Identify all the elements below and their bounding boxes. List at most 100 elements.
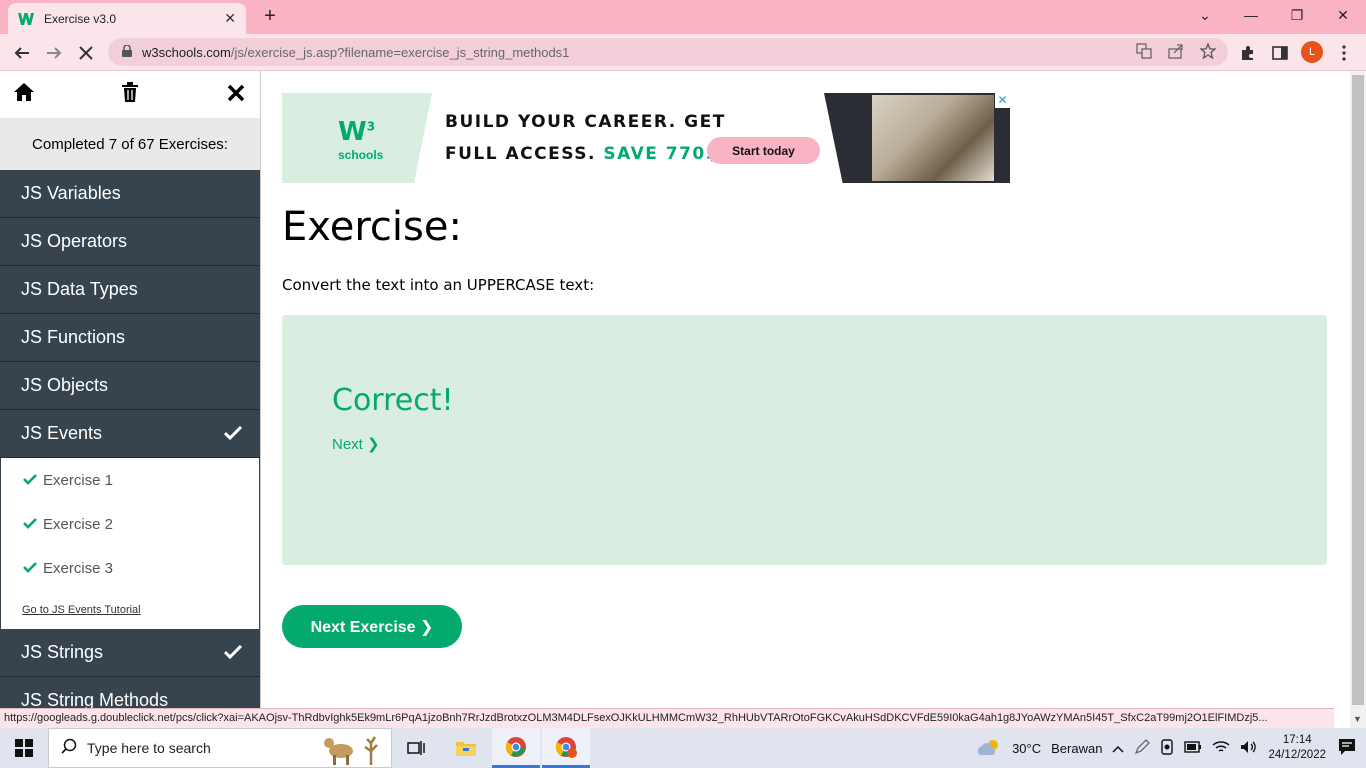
side-panel-icon[interactable]	[1266, 39, 1294, 67]
home-icon[interactable]	[12, 82, 36, 108]
minimize-button[interactable]: —	[1228, 0, 1274, 30]
sidebar-item-label: JS Functions	[21, 327, 126, 347]
sidebar-item-label: JS Objects	[21, 375, 109, 395]
sidebar-item-js-variables[interactable]: JS Variables	[0, 170, 260, 218]
bookmark-star-icon[interactable]	[1199, 41, 1217, 62]
chrome-icon[interactable]	[492, 728, 540, 768]
checkmark-icon	[23, 560, 37, 576]
ad-headline-2: FULL ACCESS. SAVE 770$	[445, 144, 720, 164]
sidebar-item-js-string-methods[interactable]: JS String Methods	[0, 677, 260, 708]
taskbar-clock[interactable]: 17:14 24/12/2022	[1268, 733, 1326, 763]
main-content: W3 schools BUILD YOUR CAREER. GET FULL A…	[262, 71, 1350, 708]
weather-text[interactable]: Berawan	[1051, 741, 1102, 756]
checkmark-icon	[223, 424, 243, 445]
search-icon	[61, 738, 77, 759]
weather-cloud-icon[interactable]	[976, 738, 1002, 759]
checkmark-icon	[23, 516, 37, 532]
exercise-label: Exercise 2	[43, 515, 114, 533]
search-highlight-icon	[321, 733, 387, 768]
exercise-label: Exercise 1	[43, 471, 114, 489]
clock-date: 24/12/2022	[1268, 749, 1326, 761]
chrome-profile-icon[interactable]	[542, 728, 590, 768]
ad-close-icon[interactable]: ✕	[995, 93, 1010, 108]
clock-time: 17:14	[1282, 734, 1312, 746]
sidebar-item-label: JS Data Types	[21, 279, 138, 299]
battery-icon[interactable]	[1184, 740, 1202, 756]
exercise-label: Exercise 3	[43, 559, 114, 577]
share-icon[interactable]	[1168, 43, 1184, 62]
exercise-instruction: Convert the text into an UPPERCASE text:	[282, 276, 595, 294]
wifi-icon[interactable]	[1212, 740, 1230, 757]
sidebar-item-label: JS String Methods	[21, 690, 169, 708]
sidebar-item-label: JS Strings	[21, 642, 104, 662]
close-icon[interactable]	[224, 82, 248, 108]
advertisement-banner[interactable]: W3 schools BUILD YOUR CAREER. GET FULL A…	[282, 93, 1010, 183]
windows-start-icon[interactable]	[0, 728, 48, 768]
close-window-button[interactable]: ✕	[1320, 0, 1366, 30]
scrollbar-thumb[interactable]	[1352, 75, 1364, 705]
url-host: w3schools.com	[142, 44, 231, 60]
pen-icon[interactable]	[1134, 738, 1151, 758]
profile-avatar[interactable]: L	[1301, 41, 1323, 63]
sidebar-item-label: JS Events	[21, 423, 103, 443]
lock-icon	[122, 43, 132, 60]
system-tray: 30°C Berawan 17:14 24/12/2022	[976, 728, 1326, 768]
page-title: Exercise:	[282, 204, 462, 250]
forward-arrow-icon[interactable]	[40, 39, 68, 67]
taskbar-search-input[interactable]: Type here to search	[48, 728, 392, 768]
tab-close-icon[interactable]: ✕	[224, 10, 236, 27]
sidebar-item-js-data-types[interactable]: JS Data Types	[0, 266, 260, 314]
volume-icon[interactable]	[1240, 740, 1258, 757]
address-bar[interactable]: w3schools.com /js/exercise_js.asp?filena…	[108, 38, 1228, 66]
file-explorer-icon[interactable]	[442, 728, 490, 768]
chevron-up-icon[interactable]	[1112, 741, 1124, 756]
restore-button[interactable]: ❐	[1274, 0, 1320, 30]
sidebar-item-js-functions[interactable]: JS Functions	[0, 314, 260, 362]
w3schools-logo: W3	[338, 117, 376, 147]
task-view-icon[interactable]	[392, 728, 440, 768]
result-panel: Correct! Next ❯	[282, 315, 1327, 565]
sidebar-item-js-events[interactable]: JS Events	[0, 410, 260, 458]
sidebar-item-js-operators[interactable]: JS Operators	[0, 218, 260, 266]
sidebar-item-label: JS Variables	[21, 183, 121, 203]
stop-loading-icon[interactable]	[72, 39, 100, 67]
sidebar-item-js-strings[interactable]: JS Strings	[0, 629, 260, 677]
back-arrow-icon[interactable]	[8, 39, 36, 67]
tab-title: Exercise v3.0	[44, 11, 117, 26]
ad-photo	[824, 93, 1010, 183]
tutorial-link[interactable]: Go to JS Events Tutorial	[1, 590, 259, 629]
new-tab-button[interactable]: +	[258, 5, 282, 29]
ad-headline-1: BUILD YOUR CAREER. GET	[445, 112, 726, 132]
temperature[interactable]: 30°C	[1012, 741, 1041, 756]
trash-icon[interactable]	[118, 81, 142, 108]
sidebar-toolbar	[0, 71, 260, 118]
notification-icon[interactable]	[1338, 738, 1356, 761]
translate-icon[interactable]	[1136, 42, 1152, 62]
browser-menu-icon[interactable]	[1330, 39, 1358, 67]
vertical-scrollbar[interactable]: ▲ ▼	[1350, 71, 1366, 728]
w3schools-favicon-icon	[18, 11, 34, 27]
status-url-bar: https://googleads.g.doubleclick.net/pcs/…	[0, 708, 1334, 728]
list-item[interactable]: Exercise 3	[1, 546, 259, 590]
list-item[interactable]: Exercise 2	[1, 502, 259, 546]
next-link[interactable]: Next ❯	[332, 435, 380, 453]
browser-tab[interactable]: Exercise v3.0 ✕	[8, 3, 246, 34]
events-exercise-list: Exercise 1 Exercise 2 Exercise 3 Go to J…	[0, 458, 260, 629]
completed-count: Completed 7 of 67 Exercises:	[0, 118, 260, 170]
list-item[interactable]: Exercise 1	[1, 458, 259, 502]
result-title: Correct!	[332, 383, 454, 418]
search-placeholder: Type here to search	[87, 740, 211, 756]
meet-now-icon[interactable]	[1160, 738, 1174, 758]
sidebar-item-js-objects[interactable]: JS Objects	[0, 362, 260, 410]
exercise-sidebar: Completed 7 of 67 Exercises: JS Variable…	[0, 71, 261, 708]
tab-search-icon[interactable]: ⌄	[1182, 0, 1228, 30]
scroll-down-icon[interactable]: ▼	[1353, 714, 1362, 724]
w3schools-logo-text: schools	[338, 148, 384, 162]
extensions-puzzle-icon[interactable]	[1234, 39, 1262, 67]
ad-start-today-button[interactable]: Start today	[707, 137, 820, 164]
browser-navbar: w3schools.com /js/exercise_js.asp?filena…	[0, 34, 1366, 71]
checkmark-icon	[23, 472, 37, 488]
windows-taskbar: Type here to search 30°C Berawan 17:14 2…	[0, 728, 1366, 768]
next-exercise-button[interactable]: Next Exercise ❯	[282, 605, 462, 648]
sidebar-item-label: JS Operators	[21, 231, 128, 251]
